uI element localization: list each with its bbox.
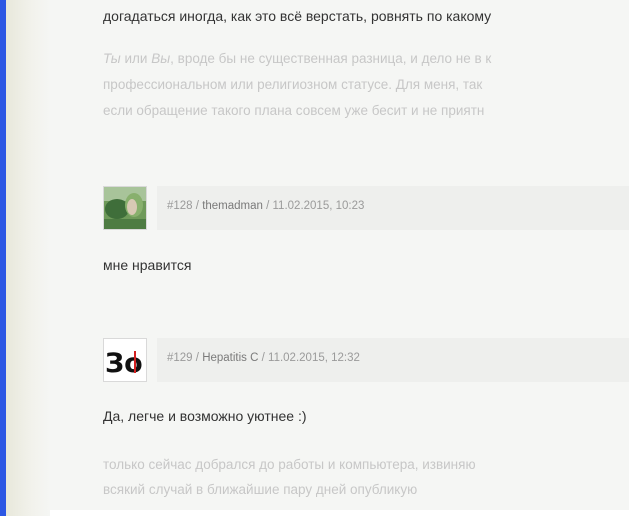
- comment-number[interactable]: #129: [167, 352, 193, 364]
- left-margin-band: [6, 0, 50, 516]
- user-avatar-themadman[interactable]: [103, 186, 147, 230]
- comment-author[interactable]: themadman: [202, 200, 263, 212]
- comment-text-129: Да, легче и возможно уютнее :): [103, 408, 307, 424]
- faded-text-line: только сейчас добрался до работы и компь…: [103, 457, 476, 472]
- comment-number[interactable]: #128: [167, 200, 193, 212]
- comment-header-129: Зо #129 / Hepatitis C / 11.02.2015, 12:3…: [103, 338, 629, 382]
- user-avatar-hepatitis-c[interactable]: Зо: [103, 338, 147, 382]
- faded-emphasis: Вы: [151, 51, 171, 66]
- faded-emphasis: Ты: [103, 51, 121, 66]
- faded-text-segment: или: [120, 51, 152, 66]
- photo-avatar-icon: [104, 187, 146, 229]
- comment-meta: #129 / Hepatitis C / 11.02.2015, 12:32: [167, 352, 360, 364]
- faded-text-segment: , вроде бы не существенная разница, и де…: [170, 51, 492, 66]
- faded-text-line: Ты или Вы, вроде бы не существенная разн…: [103, 51, 491, 66]
- comment-date: 11.02.2015, 12:32: [268, 352, 360, 364]
- previous-comment-text: догадаться иногда, как это всё верстать,…: [103, 8, 492, 24]
- logo-avatar-icon: Зо: [104, 339, 146, 381]
- comment-author[interactable]: Hepatitis C: [202, 352, 258, 364]
- comment-date: 11.02.2015, 10:23: [272, 200, 365, 212]
- faded-text-line: профессиональном или религиозном статусе…: [103, 77, 483, 92]
- logo-avatar-text: Зо: [105, 348, 143, 379]
- faded-text-line: если обращение такого плана совсем уже б…: [103, 103, 485, 118]
- comment-meta: #128 / themadman / 11.02.2015, 10:23: [167, 200, 365, 212]
- comment-text-128: мне нравится: [103, 257, 192, 273]
- comment-header-128: #128 / themadman / 11.02.2015, 10:23: [103, 186, 629, 230]
- comments-content: догадаться иногда, как это всё верстать,…: [50, 0, 629, 516]
- faded-text-line: всякий случай в ближайшие пару дней опуб…: [103, 482, 418, 497]
